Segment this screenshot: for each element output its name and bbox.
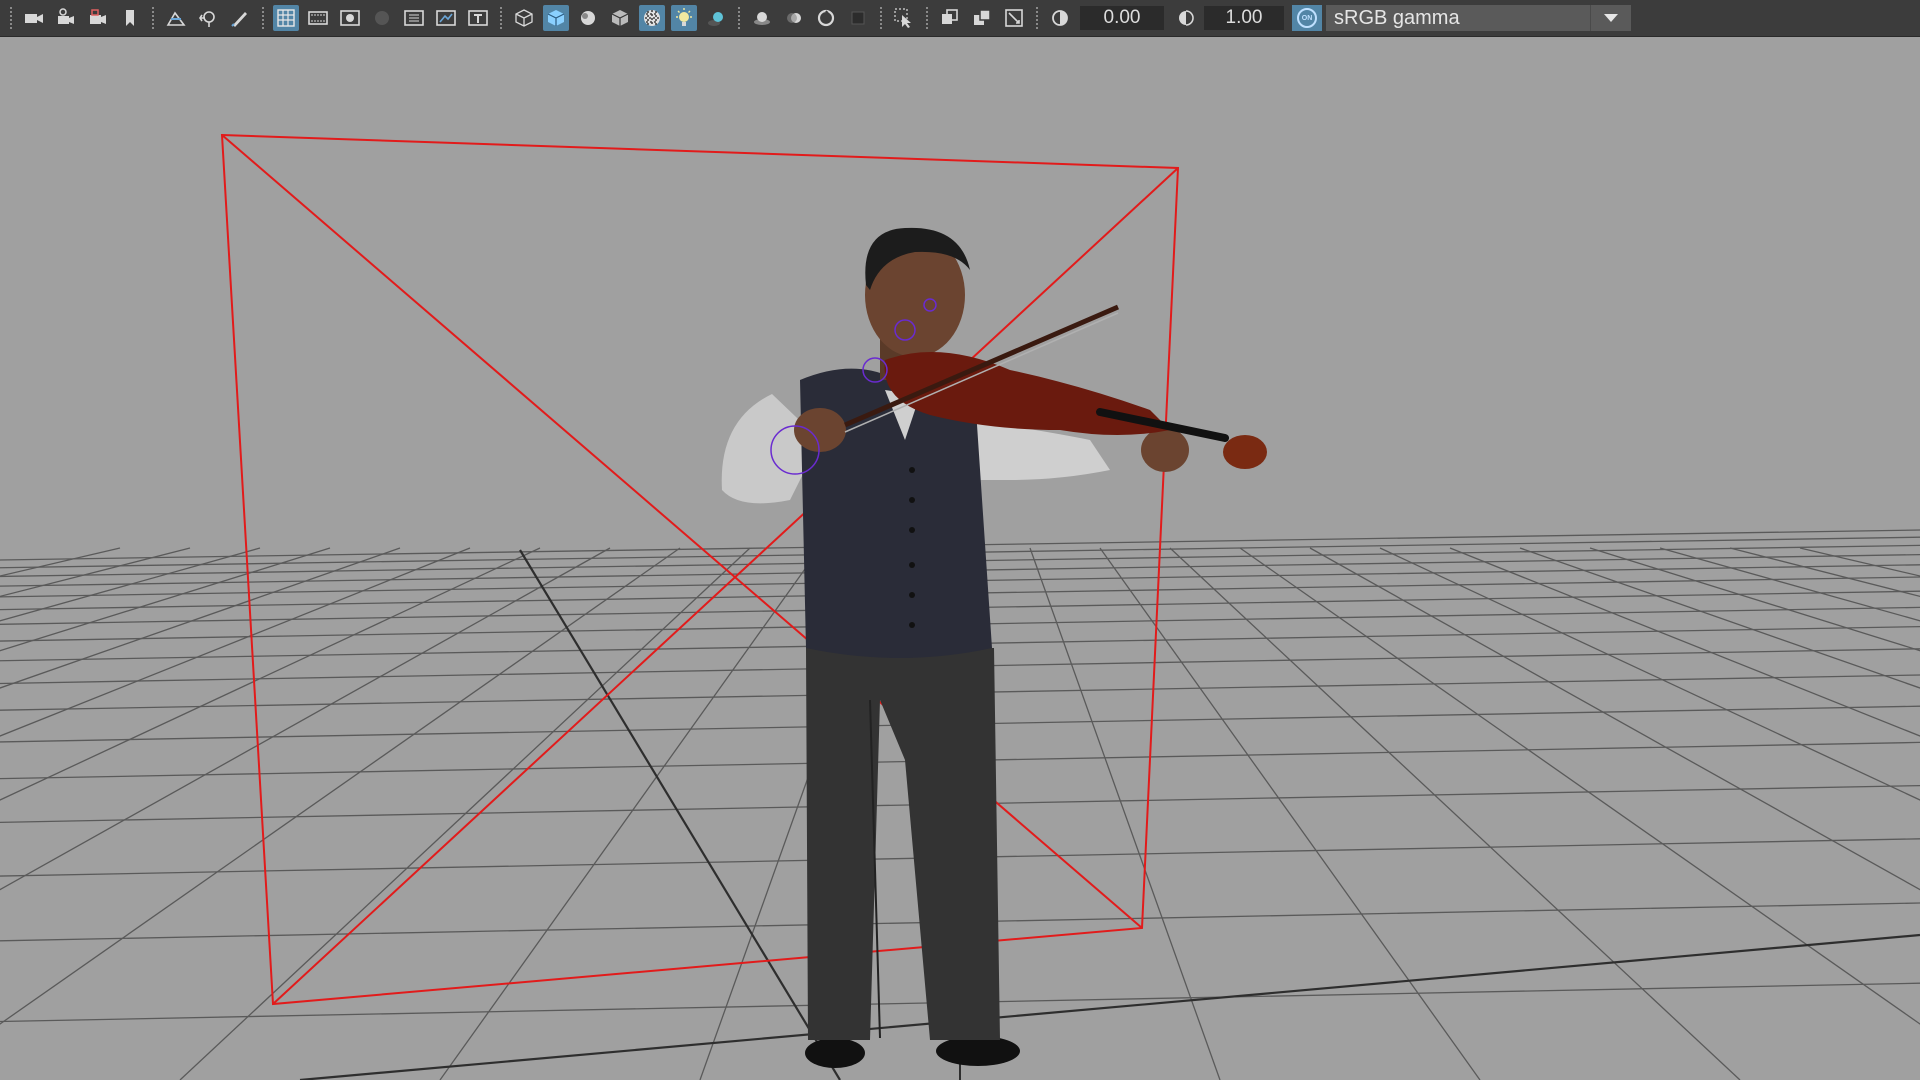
isolate-select-icon[interactable] <box>891 5 917 31</box>
default-material-icon[interactable] <box>575 5 601 31</box>
backface-cull-icon[interactable] <box>1001 5 1027 31</box>
toolbar-separator <box>152 7 154 29</box>
grease-pencil-icon[interactable] <box>227 5 253 31</box>
view-transform-value: sRGB gamma <box>1334 6 1460 29</box>
2d-pan-zoom-icon[interactable] <box>195 5 221 31</box>
textured-icon[interactable] <box>639 5 665 31</box>
grid-line <box>1169 547 1741 1080</box>
viewport-toolbar: 0.00 1.00 ON sRGB gamma <box>0 0 1920 37</box>
grid-line <box>439 547 821 1080</box>
grid-line <box>0 547 331 652</box>
smooth-shade-icon[interactable] <box>543 5 569 31</box>
image-plane-icon[interactable] <box>163 5 189 31</box>
color-management-label: ON <box>1297 8 1317 28</box>
shadows-icon[interactable] <box>703 5 729 31</box>
viewport-scene[interactable] <box>0 37 1920 1080</box>
toolbar-separator <box>262 7 264 29</box>
camera-lock-icon[interactable] <box>85 5 111 31</box>
view-transform-dropdown[interactable]: sRGB gamma <box>1326 5 1631 31</box>
xray-icon[interactable] <box>937 5 963 31</box>
exposure-icon[interactable] <box>1047 5 1073 31</box>
wireframe-on-shaded-icon[interactable] <box>607 5 633 31</box>
toolbar-separator <box>1036 7 1038 29</box>
camera-icon[interactable] <box>21 5 47 31</box>
screen-space-ao-icon[interactable] <box>749 5 775 31</box>
wireframe-icon[interactable] <box>511 5 537 31</box>
camera-attributes-icon[interactable] <box>53 5 79 31</box>
trousers <box>806 648 1000 1040</box>
toolbar-separator <box>880 7 882 29</box>
grid-line <box>0 547 191 598</box>
right-hand <box>1141 428 1189 472</box>
gamma-icon[interactable] <box>1171 5 1197 31</box>
gate-mask-icon[interactable] <box>369 5 395 31</box>
toolbar-separator <box>926 7 928 29</box>
toolbar-separator <box>738 7 740 29</box>
color-management-toggle[interactable]: ON <box>1292 5 1322 31</box>
grid-line <box>0 547 121 577</box>
exposure-field[interactable]: 0.00 <box>1080 6 1164 30</box>
left-hand <box>794 408 846 452</box>
grid-line <box>299 933 1920 1080</box>
grid-line <box>179 547 751 1080</box>
depth-of-field-icon[interactable] <box>845 5 871 31</box>
grid-line <box>0 547 401 689</box>
resolution-gate-icon[interactable] <box>337 5 363 31</box>
grid-line <box>0 547 471 737</box>
toolbar-separator <box>500 7 502 29</box>
bookmark-icon[interactable] <box>117 5 143 31</box>
violin-scroll <box>1223 435 1267 469</box>
grid-line <box>0 547 681 1025</box>
3d-viewport[interactable] <box>0 37 1920 1080</box>
anti-aliasing-icon[interactable] <box>813 5 839 31</box>
xray-joints-icon[interactable] <box>969 5 995 31</box>
chevron-down-icon[interactable] <box>1590 5 1631 31</box>
safe-title-icon[interactable] <box>465 5 491 31</box>
field-chart-icon[interactable] <box>401 5 427 31</box>
gamma-field[interactable]: 1.00 <box>1204 6 1284 30</box>
grid-line <box>0 547 261 622</box>
safe-action-icon[interactable] <box>433 5 459 31</box>
grid-icon[interactable] <box>273 5 299 31</box>
toolbar-separator <box>10 7 12 29</box>
film-gate-icon[interactable] <box>305 5 331 31</box>
maya-viewport-window: 0.00 1.00 ON sRGB gamma <box>0 0 1920 1080</box>
use-lights-icon[interactable] <box>671 5 697 31</box>
right-shoe <box>936 1036 1020 1066</box>
motion-blur-icon[interactable] <box>781 5 807 31</box>
violinist-model[interactable] <box>721 227 1267 1068</box>
left-shoe <box>805 1038 865 1068</box>
